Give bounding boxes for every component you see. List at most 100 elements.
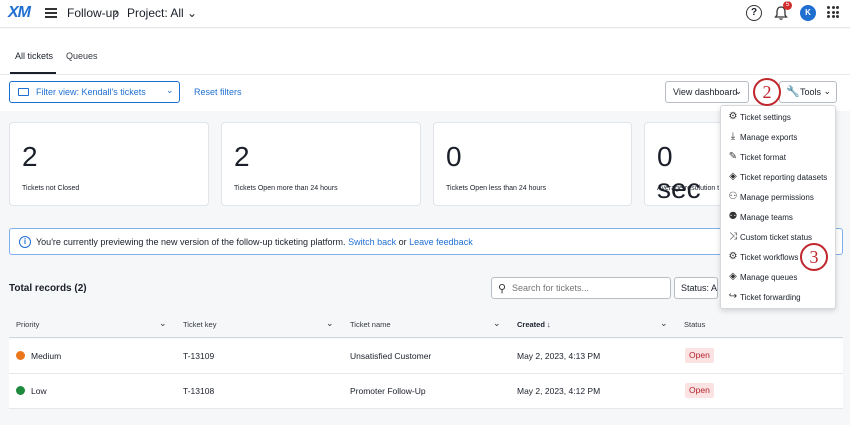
gear-icon: ⚙ — [728, 111, 738, 122]
tags-icon: ◈ — [729, 271, 737, 282]
column-status[interactable]: Status — [684, 320, 705, 329]
xm-logo[interactable]: XM — [8, 4, 31, 22]
menu-item-manage-teams[interactable]: ⚉ Manage teams — [721, 208, 837, 228]
top-bar: XM Follow-up › Project: All ⌄ ? 5 K — [0, 0, 850, 28]
stat-label: Average resolution t — [657, 185, 720, 192]
table-row[interactable]: Medium T-13109 Unsatisfied Customer May … — [9, 339, 843, 374]
tab-queues[interactable]: Queues — [66, 51, 98, 61]
notification-badge: 5 — [783, 1, 792, 10]
search-input[interactable] — [512, 281, 662, 295]
gears-icon: ⚙ — [728, 251, 738, 262]
step-callout-2: 2 — [753, 78, 781, 106]
wrench-icon: 🔧 — [786, 86, 800, 98]
avatar[interactable]: K — [800, 5, 816, 21]
priority-cell: Low — [31, 386, 47, 396]
menu-item-label: Ticket reporting datasets — [740, 173, 828, 182]
stat-value: 2 — [234, 141, 250, 172]
arrow-down-icon: ↓ — [547, 320, 551, 329]
stat-value: 0 sec — [657, 141, 701, 204]
menu-item-label: Custom ticket status — [740, 233, 813, 242]
chevron-down-icon: ⌄ — [823, 86, 831, 96]
team-icon: ⚉ — [728, 211, 738, 222]
priority-low-dot — [16, 386, 25, 395]
chevron-down-icon[interactable]: ⌄ — [660, 318, 668, 329]
status-badge: Open — [685, 348, 714, 363]
menu-item-ticket-format[interactable]: ✎ Ticket format — [721, 148, 837, 168]
breadcrumb-app[interactable]: Follow-up — [67, 6, 119, 20]
status-filter-button[interactable]: Status: Act — [674, 277, 718, 299]
stat-card-open-less-24h: 0 Tickets Open less than 24 hours — [433, 122, 632, 206]
menu-item-label: Manage queues — [740, 273, 798, 282]
ticket-key-cell: T-13108 — [183, 386, 215, 396]
menu-item-label: Ticket workflows — [740, 253, 799, 262]
ticket-name-cell: Unsatisfied Customer — [350, 351, 432, 361]
pencil-icon: ✎ — [728, 151, 738, 162]
banner-message: You're currently previewing the new vers… — [36, 237, 346, 247]
menu-item-ticket-reporting-datasets[interactable]: ◈ Ticket reporting datasets — [721, 168, 837, 188]
stat-value: 0 — [446, 141, 462, 172]
filter-view-select[interactable]: Filter view: Kendall's tickets ⌄ — [9, 81, 180, 103]
tools-button[interactable]: 🔧 Tools ⌄ — [779, 81, 837, 103]
project-selector[interactable]: Project: All ⌄ — [127, 6, 197, 20]
stat-card-open-more-24h: 2 Tickets Open more than 24 hours — [221, 122, 421, 206]
search-icon: ⚲ — [498, 283, 507, 295]
column-ticket-key[interactable]: Ticket key — [183, 320, 216, 329]
users-icon: ⚇ — [728, 191, 738, 202]
view-dashboard-label: View dashboard — [673, 87, 738, 97]
chevron-down-icon: ⌄ — [734, 86, 742, 96]
menu-item-manage-permissions[interactable]: ⚇ Manage permissions — [721, 188, 837, 208]
tab-all-tickets[interactable]: All tickets — [15, 51, 53, 61]
column-priority[interactable]: Priority — [16, 320, 39, 329]
ticket-key-cell: T-13109 — [183, 351, 215, 361]
menu-item-label: Ticket format — [740, 153, 786, 162]
stat-label: Tickets not Closed — [22, 185, 80, 192]
stat-value: 2 — [22, 141, 38, 172]
menu-item-manage-queues[interactable]: ◈ Manage queues — [721, 268, 837, 288]
priority-medium-dot — [16, 351, 25, 360]
column-created[interactable]: Created ↓ — [517, 320, 551, 329]
shuffle-icon: ⤨ — [729, 231, 737, 242]
chevron-down-icon: ⌄ — [187, 6, 198, 20]
menu-item-label: Manage teams — [740, 213, 793, 222]
project-label: Project: All — [127, 6, 184, 20]
info-icon: i — [19, 236, 31, 248]
ticket-name-cell: Promoter Follow-Up — [350, 386, 426, 396]
stat-label: Tickets Open less than 24 hours — [446, 185, 547, 192]
column-created-label: Created — [517, 320, 545, 329]
stat-label: Tickets Open more than 24 hours — [234, 185, 338, 192]
menu-item-label: Manage exports — [740, 133, 798, 142]
menu-item-ticket-forwarding[interactable]: ↪ Ticket forwarding — [721, 288, 837, 308]
view-dashboard-button[interactable]: View dashboard ⌄ — [665, 81, 749, 103]
menu-item-label: Manage permissions — [740, 193, 814, 202]
table-row[interactable]: Low T-13108 Promoter Follow-Up May 2, 20… — [9, 374, 843, 409]
leave-feedback-link[interactable]: Leave feedback — [409, 237, 473, 247]
status-badge: Open — [685, 383, 714, 398]
search-field[interactable]: ⚲ — [491, 277, 671, 299]
menu-item-ticket-settings[interactable]: ⚙ Ticket settings — [721, 108, 837, 128]
forward-icon: ↪ — [728, 291, 738, 302]
preview-banner: i You're currently previewing the new ve… — [9, 228, 843, 255]
tools-label: Tools — [800, 87, 822, 97]
banner-or: or — [398, 237, 407, 247]
created-cell: May 2, 2023, 4:12 PM — [517, 386, 601, 396]
breadcrumb-separator: › — [114, 5, 118, 19]
menu-icon[interactable] — [45, 8, 57, 18]
stat-card-not-closed: 2 Tickets not Closed — [9, 122, 209, 206]
column-ticket-name[interactable]: Ticket name — [350, 320, 391, 329]
ticket-icon — [18, 88, 29, 96]
apps-grid-icon[interactable] — [827, 6, 839, 18]
switch-back-link[interactable]: Switch back — [348, 237, 396, 247]
reset-filters-link[interactable]: Reset filters — [194, 87, 242, 97]
menu-item-label: Ticket settings — [740, 113, 791, 122]
active-tab-indicator — [10, 72, 56, 74]
menu-item-manage-exports[interactable]: ⤓ Manage exports — [721, 128, 837, 148]
chevron-down-icon[interactable]: ⌄ — [159, 318, 167, 329]
tabs-bar: All tickets Queues — [0, 29, 850, 75]
chevron-down-icon[interactable]: ⌄ — [493, 318, 501, 329]
total-records: Total records (2) — [9, 283, 87, 294]
step-callout-3: 3 — [800, 243, 828, 271]
help-icon[interactable]: ? — [746, 5, 762, 21]
created-cell: May 2, 2023, 4:13 PM — [517, 351, 601, 361]
chevron-down-icon[interactable]: ⌄ — [326, 318, 334, 329]
chevron-down-icon: ⌄ — [166, 85, 174, 95]
